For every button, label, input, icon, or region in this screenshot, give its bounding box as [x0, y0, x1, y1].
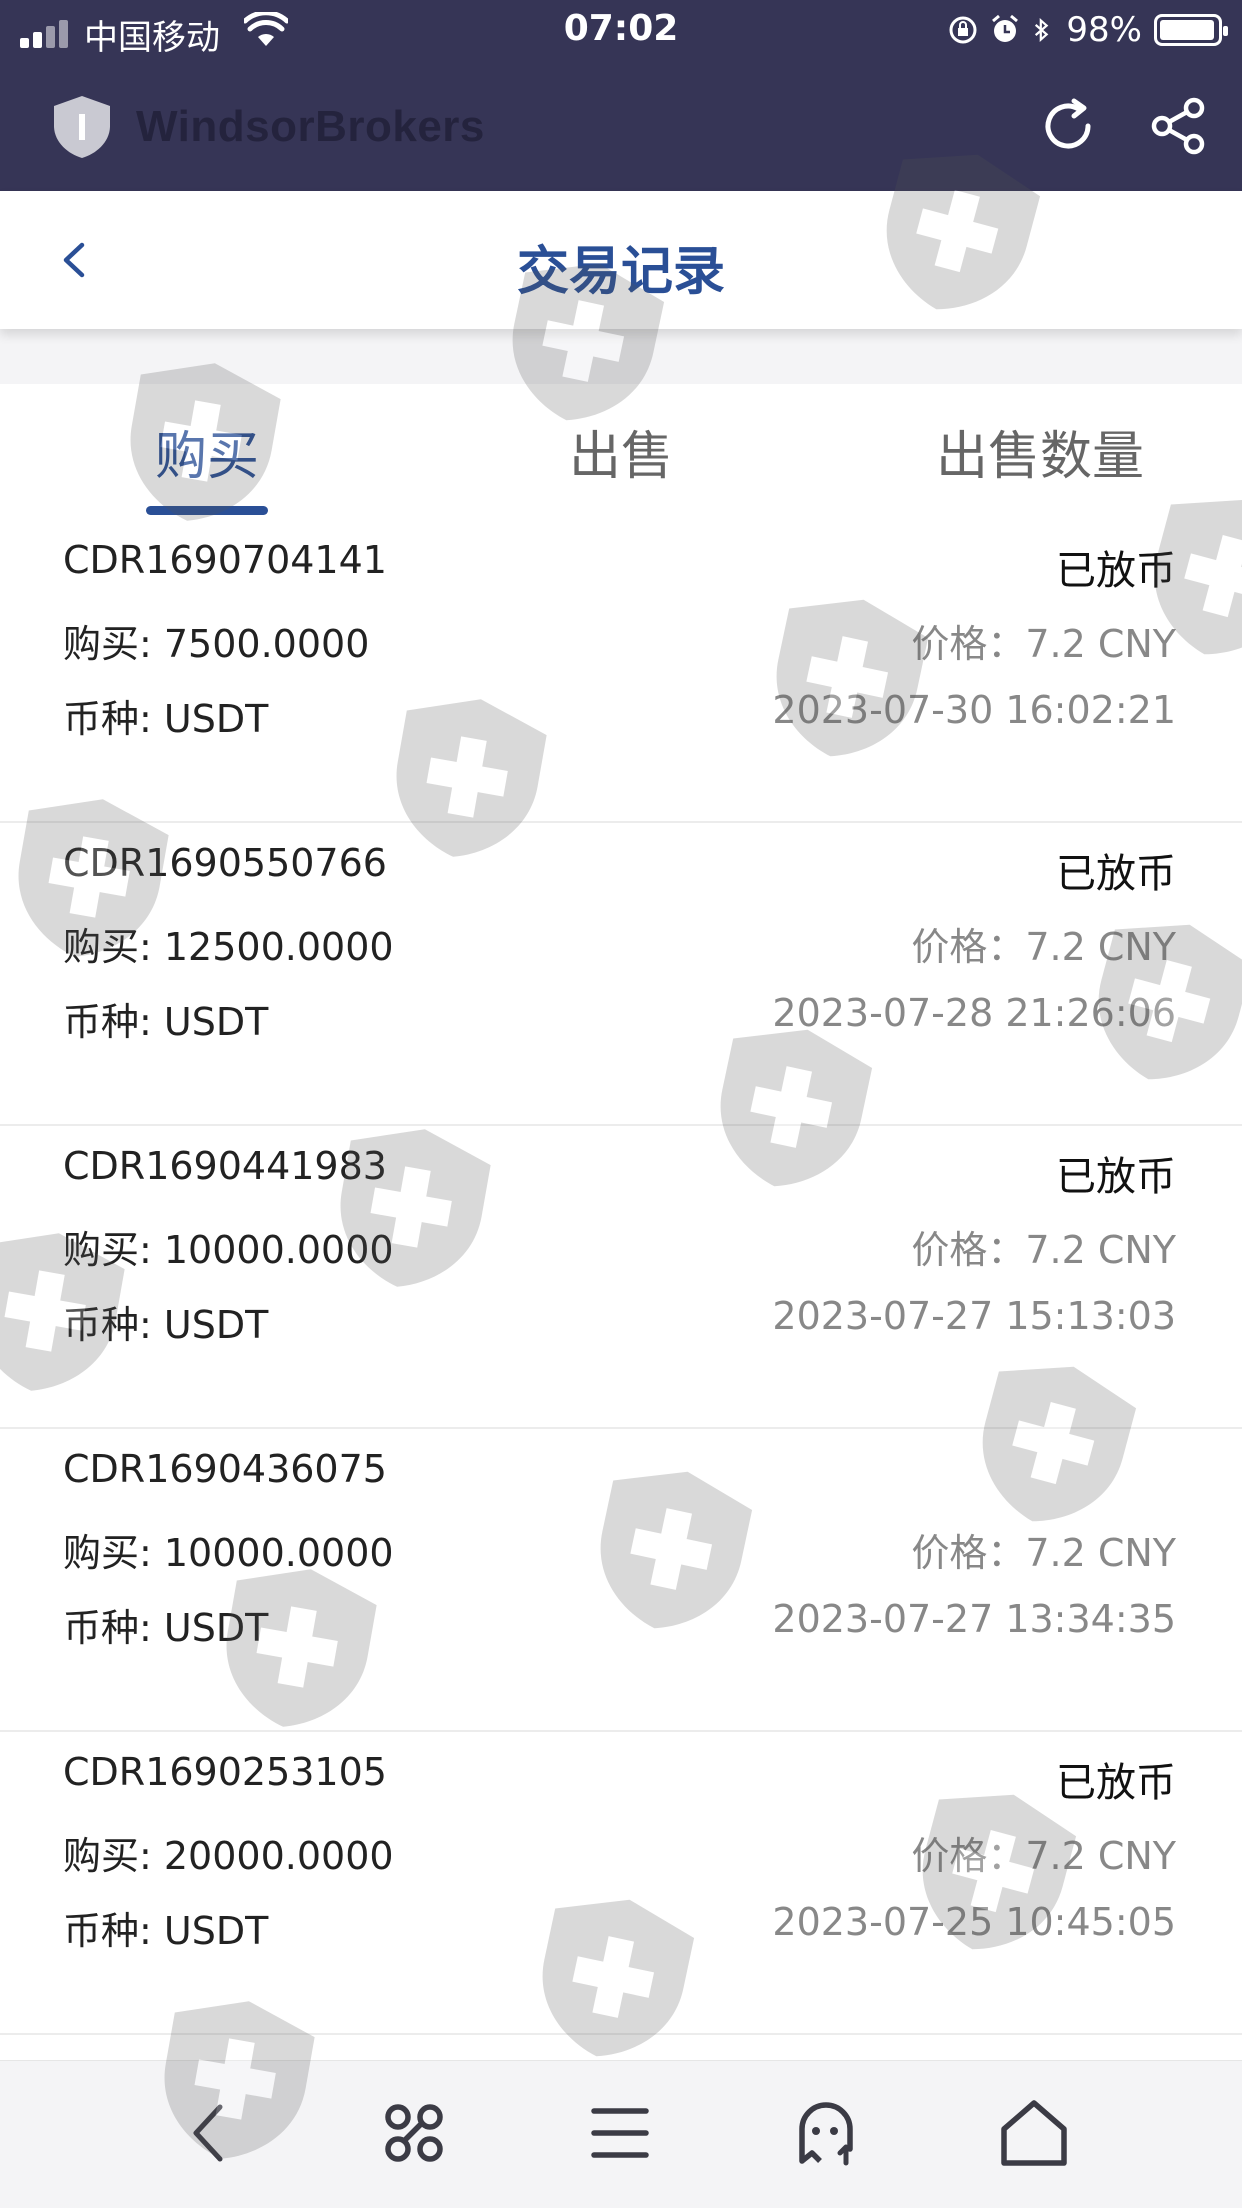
status-bar: 中国移动 07:02 98% [0, 0, 1242, 62]
record-id: CDR1690550766 [63, 841, 387, 885]
record-price: 价格：7.2 CNY [911, 622, 1176, 666]
record-id: CDR1690441983 [63, 1144, 387, 1188]
record-amount: 购买: 10000.0000 [63, 1228, 394, 1272]
brand-name: WindsorBrokers [136, 102, 485, 151]
record-status: 已放币 [1056, 1154, 1176, 1200]
app-header: 中国移动 07:02 98% WindsorBrokers [0, 0, 1242, 191]
record-time: 2023-07-25 10:45:05 [772, 1900, 1176, 1944]
record-id: CDR1690704141 [63, 538, 387, 582]
record-time: 2023-07-27 15:13:03 [772, 1294, 1176, 1338]
menu-icon[interactable] [582, 2095, 658, 2171]
nav-bar: 交易记录 [0, 191, 1242, 329]
record-currency: 币种: USDT [63, 697, 269, 741]
bluetooth-icon [1035, 18, 1049, 42]
record-amount: 购买: 10000.0000 [63, 1531, 394, 1575]
shield-logo-icon [54, 96, 110, 158]
record-id: CDR1690253105 [63, 1750, 387, 1794]
tab-sell[interactable]: 出售 [560, 414, 682, 489]
record-currency: 币种: USDT [63, 1909, 269, 1953]
ghost-icon[interactable] [788, 2095, 864, 2171]
record-item[interactable]: CDR1690441983 已放币 购买: 10000.0000 价格：7.2 … [0, 1126, 1242, 1429]
brand-logo: WindsorBrokers [50, 92, 485, 162]
record-item[interactable]: CDR1690253105 已放币 购买: 20000.0000 价格：7.2 … [0, 1732, 1242, 2035]
record-currency: 币种: USDT [63, 1606, 269, 1650]
record-currency: 币种: USDT [63, 1000, 269, 1044]
record-item[interactable]: CDR1690550766 已放币 购买: 12500.0000 价格：7.2 … [0, 823, 1242, 1126]
record-item[interactable]: CDR1690436075 购买: 10000.0000 价格：7.2 CNY … [0, 1429, 1242, 1732]
record-price: 价格：7.2 CNY [911, 1834, 1176, 1878]
tab-sell-quantity[interactable]: 出售数量 [930, 414, 1150, 489]
record-status: 已放币 [1056, 851, 1176, 897]
record-time: 2023-07-30 16:02:21 [772, 688, 1176, 732]
record-status: 已放币 [1056, 548, 1176, 594]
record-item[interactable]: CDR1690704141 已放币 购买: 7500.0000 价格：7.2 C… [0, 520, 1242, 823]
record-price: 价格：7.2 CNY [911, 1228, 1176, 1272]
page-title: 交易记录 [516, 242, 725, 302]
bottom-toolbar [0, 2060, 1242, 2208]
home-icon[interactable] [996, 2095, 1072, 2171]
record-list-panel: 购买 出售 出售数量 CDR1690704141 已放币 购买: 7500.00… [0, 384, 1242, 2060]
record-time: 2023-07-27 13:34:35 [772, 1597, 1176, 1641]
battery-icon [1154, 14, 1228, 46]
orientation-lock-icon [949, 16, 977, 44]
record-status: 已放币 [1056, 1760, 1176, 1806]
record-price: 价格：7.2 CNY [911, 1531, 1176, 1575]
record-price: 价格：7.2 CNY [911, 925, 1176, 969]
record-amount: 购买: 7500.0000 [63, 622, 370, 666]
share-icon[interactable] [1148, 96, 1208, 156]
status-right: 98% [948, 10, 1228, 50]
back-arrow-icon[interactable] [170, 2095, 246, 2171]
tab-bar: 购买 出售 出售数量 [0, 384, 1242, 520]
record-id: CDR1690436075 [63, 1447, 387, 1491]
record-time: 2023-07-28 21:26:06 [772, 991, 1176, 1035]
refresh-icon[interactable] [1038, 96, 1098, 156]
record-currency: 币种: USDT [63, 1303, 269, 1347]
command-icon[interactable] [376, 2095, 452, 2171]
record-amount: 购买: 12500.0000 [63, 925, 394, 969]
tab-buy[interactable]: 购买 [146, 414, 268, 489]
battery-percent: 98% [1066, 10, 1142, 50]
tab-active-indicator [146, 506, 268, 515]
alarm-icon [992, 14, 1019, 42]
record-amount: 购买: 20000.0000 [63, 1834, 394, 1878]
